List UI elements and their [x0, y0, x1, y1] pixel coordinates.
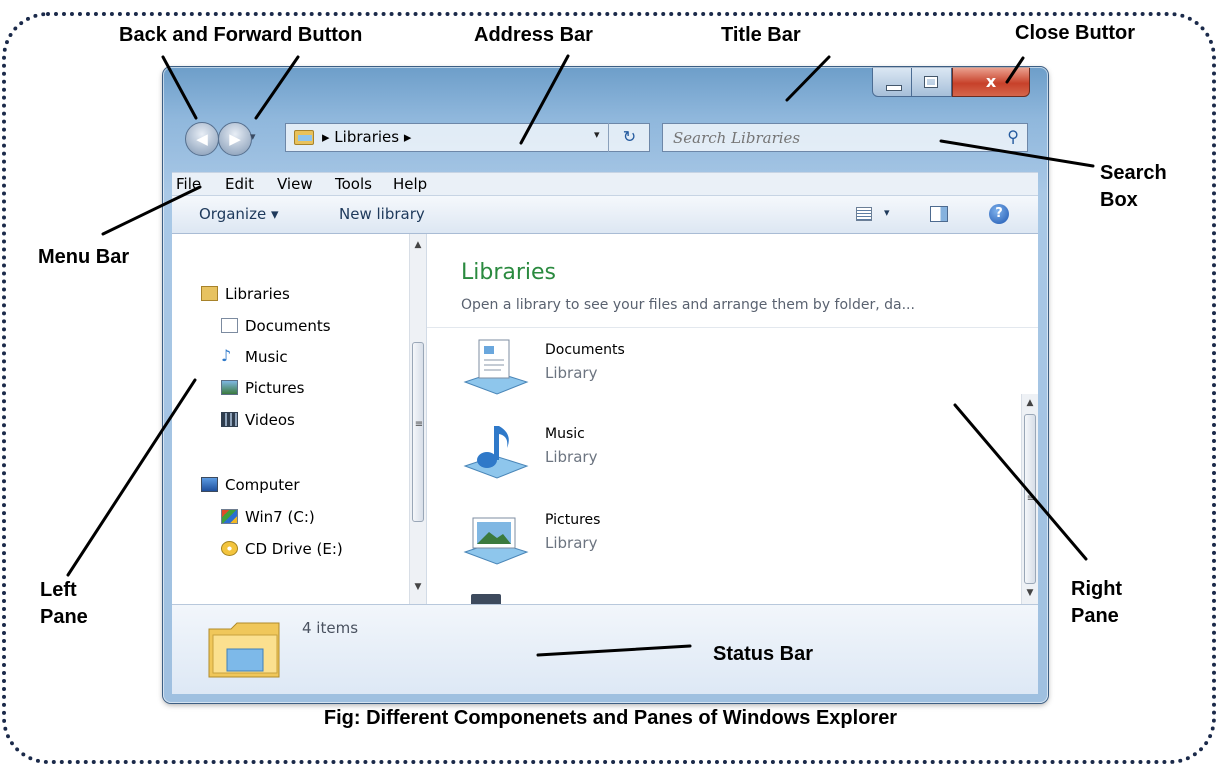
pointer-address-bar	[519, 54, 570, 145]
callout-address-bar: Address Bar	[474, 24, 593, 46]
callout-menu-bar: Menu Bar	[38, 246, 130, 268]
callout-right-pane-line2: Pane	[1071, 605, 1119, 627]
callout-title-bar: Title Bar	[721, 24, 801, 46]
pointer-back-button	[161, 55, 198, 120]
pointer-menu-bar	[101, 185, 202, 236]
callout-status-bar: Status Bar	[713, 643, 814, 665]
callout-search-box-line1: Search	[1100, 162, 1167, 184]
pointer-forward-button	[254, 55, 300, 120]
callout-left-pane-line2: Pane	[40, 606, 88, 628]
pointer-title-bar	[785, 55, 831, 102]
callout-right-pane-line1: Right	[1071, 578, 1123, 600]
callout-search-box-line2: Box	[1100, 189, 1138, 211]
pointer-status-bar	[536, 644, 692, 657]
pointer-close-button	[1005, 56, 1025, 84]
figure-caption: Fig: Different Componenets and Panes of …	[323, 707, 898, 729]
pointer-left-pane	[66, 378, 197, 577]
callout-left-pane-line1: Left	[40, 579, 77, 601]
pointer-search-box	[939, 139, 1095, 168]
callout-lines	[66, 54, 1095, 657]
callout-back-forward: Back and Forward Button	[119, 24, 363, 46]
pointer-right-pane	[953, 403, 1088, 561]
callout-close-button: Close Buttor	[1015, 22, 1135, 44]
